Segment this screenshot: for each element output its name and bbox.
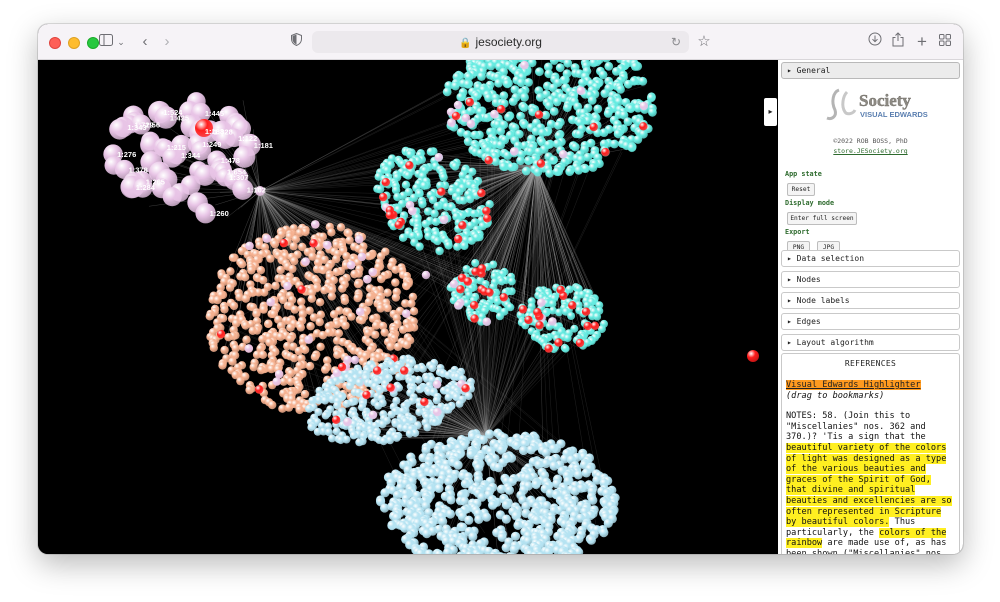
node-label: 1:445 (205, 109, 224, 118)
export-label: Export (785, 228, 810, 236)
bookmark-star-icon[interactable]: ☆ (696, 32, 712, 52)
node-label: 1:249 (202, 140, 221, 149)
node-label: 1:378 (129, 166, 148, 175)
node-label: 1:478 (221, 156, 240, 165)
node-label: 1:265 (146, 177, 165, 186)
drag-to-bookmarks-hint: (drag to bookmarks) (786, 390, 885, 401)
jesociety-logo: Society VISUAL EDWARDS (826, 88, 928, 120)
network-graph[interactable]: 1:4451:561:3281:1811:3441:3781:3071:2841… (38, 60, 778, 554)
new-tab-plus-icon[interactable]: + (914, 32, 930, 52)
panel-collapse-button[interactable]: ▸ (764, 98, 777, 126)
privacy-shield-icon[interactable] (289, 32, 303, 52)
node-label: 1:215 (167, 143, 186, 152)
node-label: 1:188 (205, 127, 224, 136)
svg-text:Society: Society (859, 91, 911, 110)
section-layout-algorithm[interactable]: ▸ Layout algorithm (781, 334, 960, 351)
lock-icon: 🔒 (459, 38, 472, 49)
browser-toolbar: ⌄ ‹ › 🔒 jesociety.org ↻ ☆ + (38, 24, 963, 60)
highlighter-bookmarklet-link[interactable]: Visual Edwards Highlighter (786, 380, 921, 390)
browser-window: ⌄ ‹ › 🔒 jesociety.org ↻ ☆ + 1:445 1:56 1:32… (38, 24, 963, 554)
node-label: 1:729 (135, 120, 154, 129)
references-panel: REFERENCES Visual Edwards Highlighter (d… (781, 353, 960, 554)
address-bar[interactable]: 🔒 jesociety.org ↻ (312, 31, 689, 53)
reset-button[interactable]: Reset (787, 183, 815, 196)
forward-arrow-icon[interactable]: › (160, 32, 174, 52)
note-text-1: NOTES: 58. (Join this to "Miscellanies" … (786, 411, 926, 443)
minimize-window-button[interactable] (68, 37, 80, 49)
node-label: 1:524 (163, 108, 183, 117)
share-icon[interactable] (890, 32, 906, 52)
section-edges[interactable]: ▸ Edges (781, 313, 960, 330)
general-section-body: Society VISUAL EDWARDS ©2022 ROB BOSS, P… (781, 78, 960, 254)
references-title: REFERENCES (844, 359, 897, 368)
node-label: 1:122 (238, 134, 257, 143)
node-label: 1:102 (247, 185, 266, 194)
node-label: 1:344 (181, 151, 201, 160)
control-panel: ▸ General Society VISUAL EDWARDS ©2022 R… (778, 60, 963, 554)
close-window-button[interactable] (49, 37, 61, 49)
back-arrow-icon[interactable]: ‹ (138, 32, 152, 52)
graph-nodes (205, 60, 759, 554)
copyright-text: ©2022 ROB BOSS, PhD (833, 137, 908, 145)
section-data-selection[interactable]: ▸ Data selection (781, 250, 960, 267)
enter-full-screen-button[interactable]: Enter full screen (787, 212, 857, 225)
chevron-down-icon[interactable]: ⌄ (116, 32, 126, 52)
note-highlight-1: beautiful variety of the colors of light… (786, 442, 952, 528)
node-label: 1:654 (227, 168, 247, 177)
reload-icon[interactable]: ↻ (671, 31, 681, 53)
section-general[interactable]: ▸ General (781, 62, 960, 79)
sidebar-toggle-icon[interactable] (98, 32, 114, 52)
section-nodes[interactable]: ▸ Nodes (781, 271, 960, 288)
downloads-icon[interactable] (867, 32, 883, 52)
store-link[interactable]: store.JESociety.org (781, 147, 960, 155)
graph-canvas[interactable]: 1:445 1:56 1:328 1:181 1:344 1:378 1:307 1:284 1… (38, 60, 778, 554)
labelled-node-cluster[interactable]: 1:4451:561:3281:1811:3441:3781:3071:2841… (103, 92, 273, 224)
section-node-labels[interactable]: ▸ Node labels (781, 292, 960, 309)
node-label: 1:260 (210, 209, 229, 218)
node-label: 1:276 (117, 150, 136, 159)
svg-text:VISUAL EDWARDS: VISUAL EDWARDS (860, 110, 928, 119)
tab-overview-icon[interactable] (937, 32, 953, 52)
display-mode-label: Display mode (785, 199, 835, 207)
references-body: Visual Edwards Highlighter (drag to book… (782, 368, 959, 554)
url-text: jesociety.org (475, 35, 542, 49)
app-state-label: App state (785, 170, 822, 178)
